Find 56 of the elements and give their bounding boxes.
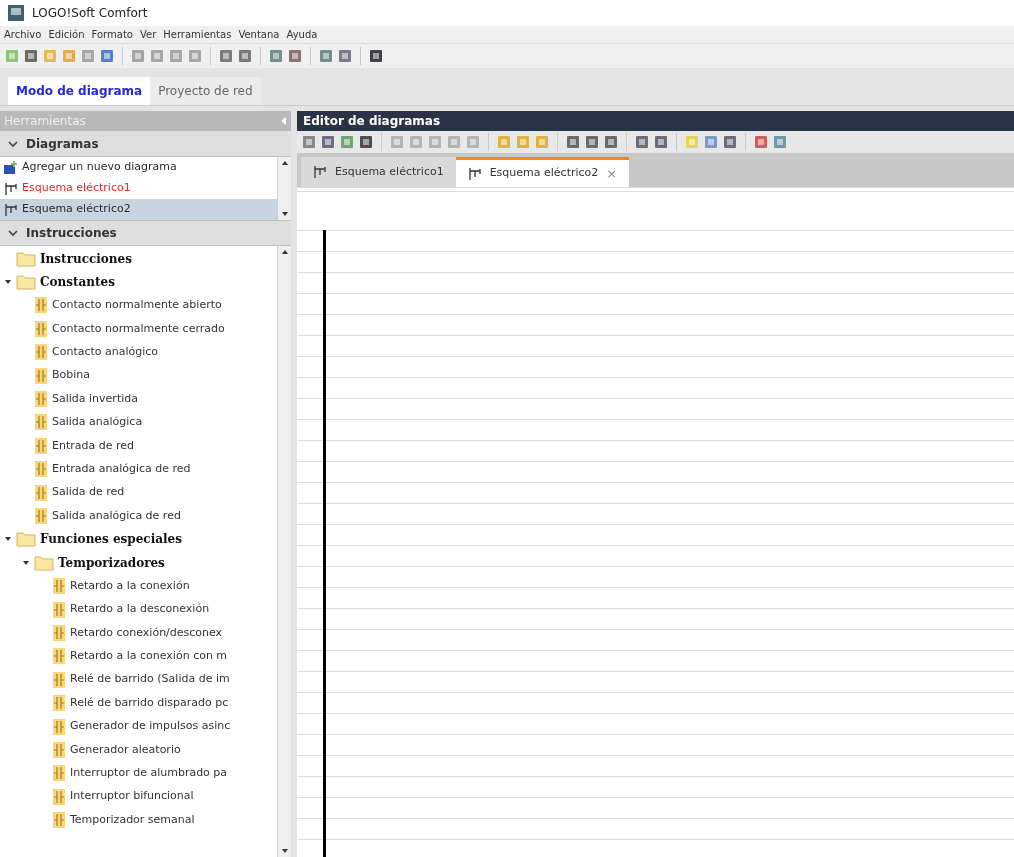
circuit-icon bbox=[4, 202, 18, 217]
menu-item[interactable]: Ventana bbox=[238, 27, 280, 42]
tree-item[interactable]: Contacto normalmente cerrado bbox=[52, 320, 225, 338]
menu-item[interactable]: Edición bbox=[48, 27, 85, 42]
document-tab[interactable]: Esquema eléctrico2 × bbox=[455, 157, 630, 187]
circuit-icon bbox=[467, 166, 482, 181]
tree-item[interactable]: Salida de red bbox=[52, 484, 125, 501]
tree-item[interactable]: Funciones especiales bbox=[40, 530, 182, 549]
tree-item[interactable]: Salida analógica de red bbox=[52, 507, 181, 525]
document-tab[interactable]: Esquema eléctrico1 bbox=[301, 157, 456, 187]
tree-item[interactable]: Generador de impulsos asinc bbox=[70, 718, 231, 735]
tree-item[interactable]: Relé de barrido disparado pc bbox=[70, 694, 229, 712]
menu-item[interactable]: Archivo bbox=[4, 27, 42, 42]
section-header[interactable]: Instrucciones bbox=[0, 220, 291, 246]
diagram-list-item[interactable]: Esquema eléctrico2 bbox=[0, 199, 277, 220]
diagram-list-item[interactable]: Esquema eléctrico1 bbox=[0, 178, 277, 199]
menu-item[interactable]: Ayuda bbox=[286, 27, 318, 42]
tree-item[interactable]: Generador aleatorio bbox=[70, 741, 181, 759]
menu-item[interactable]: Herramientas bbox=[163, 27, 232, 42]
tree-item[interactable]: Salida analógica bbox=[52, 414, 143, 431]
tree-item[interactable]: Bobina bbox=[52, 367, 91, 384]
scrollbar[interactable] bbox=[277, 157, 291, 220]
tree-item[interactable]: Entrada de red bbox=[52, 437, 134, 455]
tree-item[interactable]: Relé de barrido (Salida de im bbox=[70, 671, 230, 688]
circuit-icon bbox=[313, 165, 327, 179]
mode-tab[interactable]: Modo de diagrama bbox=[8, 77, 151, 105]
tree-item[interactable]: Salida invertida bbox=[52, 390, 138, 408]
tree-item[interactable]: Retardo a la conexión con m bbox=[70, 648, 228, 665]
tree-item[interactable]: Retardo a la desconexión bbox=[70, 601, 210, 618]
tree-item[interactable]: Interruptor de alumbrado pa bbox=[70, 765, 228, 782]
chevron-icon bbox=[8, 229, 18, 237]
close-icon[interactable]: × bbox=[606, 163, 618, 184]
expand-toggle-icon[interactable] bbox=[22, 558, 30, 567]
add-diagram-icon bbox=[4, 160, 18, 175]
tree-item[interactable]: Retardo a la conexión bbox=[70, 577, 190, 595]
circuit-icon bbox=[4, 181, 18, 196]
tree-item[interactable]: Contacto normalmente abierto bbox=[52, 297, 222, 314]
tree-item[interactable]: Constantes bbox=[40, 273, 115, 292]
tree-item[interactable]: Entrada analógica de red bbox=[52, 460, 191, 478]
window-title: LOGO!Soft Comfort bbox=[32, 5, 148, 22]
editor-title: Editor de diagramas bbox=[303, 113, 441, 130]
tree-item[interactable]: Retardo conexión/desconex bbox=[70, 624, 223, 642]
app-icon bbox=[8, 5, 24, 21]
tree-item[interactable]: Temporizador semanal bbox=[70, 811, 195, 829]
tree-item[interactable]: Temporizadores bbox=[58, 553, 165, 572]
scrollbar[interactable] bbox=[277, 246, 291, 857]
section-header[interactable]: Diagramas bbox=[0, 131, 291, 157]
menu-item[interactable]: Ver bbox=[139, 27, 157, 42]
tree-item[interactable]: Interruptor bifuncional bbox=[70, 788, 194, 805]
chevron-icon bbox=[8, 139, 18, 148]
tree-item[interactable]: Contacto analógico bbox=[52, 344, 159, 361]
diagram-list-item[interactable]: Agregar un nuevo diagrama bbox=[0, 157, 277, 178]
tree-item[interactable]: Instrucciones bbox=[40, 249, 132, 268]
mode-tab[interactable]: Proyecto de red bbox=[150, 77, 261, 105]
collapse-icon[interactable] bbox=[279, 116, 287, 126]
menu-item[interactable]: Formato bbox=[91, 27, 133, 42]
